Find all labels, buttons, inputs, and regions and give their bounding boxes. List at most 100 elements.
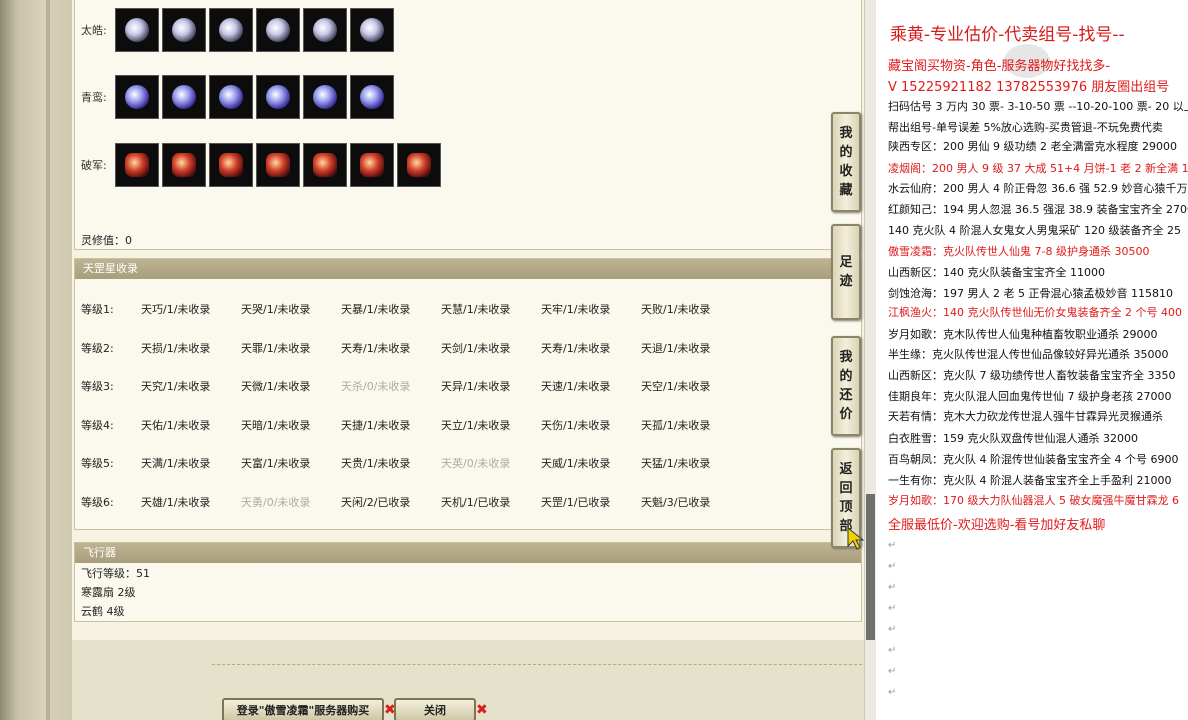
star-cell: 天勇/0/未收录 — [241, 495, 311, 509]
doc-line: 扫码估号 3 万内 30 票- 3-10-50 票 --10-20-100 票-… — [888, 100, 1188, 113]
doc-line: 山西新区：克火队 7 级功绩传世人畜牧装备宝宝齐全 3350 — [888, 369, 1176, 382]
cursor-icon — [847, 526, 865, 550]
star-cell: 天贵/1/未收录 — [341, 457, 411, 470]
equip-slot[interactable] — [350, 143, 394, 187]
star-cell: 天罡/1/已收录 — [541, 495, 611, 509]
flyer-item: 云鹤 4级 — [81, 605, 125, 618]
equip-slot[interactable] — [256, 143, 300, 187]
equip-slot[interactable] — [256, 75, 300, 119]
doc-line: 江枫渔火：140 克火队传世仙无价女鬼装备齐全 2 个号 400 — [888, 306, 1182, 319]
equip-slot[interactable] — [209, 143, 253, 187]
level-row: 等级5: 天满/1/未收录 天富/1/未收录 天贵/1/未收录 天英/0/未收录 天威/1… — [81, 453, 741, 473]
star-cell: 天微/1/未收录 — [241, 380, 311, 393]
equip-slot[interactable] — [303, 8, 347, 52]
equip-row-label: 太皓: — [81, 24, 107, 37]
equip-slot[interactable] — [115, 75, 159, 119]
equip-slot[interactable] — [350, 75, 394, 119]
item-icon — [219, 85, 243, 109]
lingxiu-value: 灵修值：0 — [81, 234, 132, 247]
equip-slot[interactable] — [303, 75, 347, 119]
close-x-icon: ✖ — [476, 702, 488, 718]
item-icon — [172, 18, 196, 42]
item-icon — [219, 18, 243, 42]
tab-footprints[interactable]: 足迹 — [831, 224, 861, 320]
doc-line: 百鸟朝凤：克火队 4 阶混传世仙装备宝宝齐全 4 个号 6900 — [888, 453, 1179, 466]
paragraph-mark-icon: ↵ — [888, 645, 897, 656]
item-icon — [360, 153, 384, 177]
equip-slot[interactable] — [115, 8, 159, 52]
tab-my-offers[interactable]: 我的还价 — [831, 336, 861, 436]
star-cell: 天寿/1/未收录 — [541, 341, 611, 355]
star-cell: 天暗/1/未收录 — [241, 418, 311, 432]
doc-line: 一生有你：克火队 4 阶混人装备宝宝齐全上手盈利 21000 — [888, 474, 1172, 487]
equipment-section: 太皓: 青鸾: 破军: 灵修值：0 — [74, 0, 862, 250]
doc-line: 山西新区：140 克火队装备宝宝齐全 11000 — [888, 266, 1105, 279]
constellation-section: 天罡星收录 等级1: 天巧/1/未收录 天哭/1/未收录 天暴/1/未收录 天慧/1/未… — [74, 258, 862, 530]
text-document: 乘黄-专业估价-代卖组号-找号-- 藏宝阁买物资-角色-服务器物好找找多- V 1… — [876, 0, 1188, 720]
game-panel: 太皓: 青鸾: 破军: 灵修值：0 天罡星收录 等级1: 天巧/1/未收录 天哭… — [72, 0, 868, 720]
item-icon — [266, 85, 290, 109]
equip-slot[interactable] — [397, 143, 441, 187]
doc-line: 水云仙府：200 男人 4 阶正骨忽 36.6 强 52.9 妙音心猿千万 — [888, 182, 1188, 195]
tab-my-favorites[interactable]: 我的收藏 — [831, 112, 861, 212]
level-row: 等级2: 天损/1/未收录 天罪/1/未收录 天寿/1/未收录 天剑/1/未收录 天寿/1… — [81, 338, 741, 358]
item-icon — [360, 18, 384, 42]
star-cell: 天杀/0/未收录 — [341, 380, 411, 393]
paragraph-mark-icon: ↵ — [888, 603, 897, 614]
equip-slot[interactable] — [162, 143, 206, 187]
star-cell: 天异/1/未收录 — [441, 380, 511, 393]
paragraph-mark-icon: ↵ — [888, 582, 897, 593]
equip-row-qingluan: 青鸾: — [81, 75, 397, 119]
doc-line: 陕西专区：200 男仙 9 级功绩 2 老全满雷克水程度 29000 — [888, 140, 1177, 153]
game-window-left-frame — [0, 0, 72, 720]
item-icon — [172, 153, 196, 177]
doc-line: 全服最低价-欢迎选购-看号加好友私聊 — [888, 518, 1106, 533]
equip-row-taihao: 太皓: — [81, 8, 397, 52]
login-server-buy-button[interactable]: 登录"傲雪凌霜"服务器购买 — [222, 698, 384, 720]
star-cell: 天牢/1/未收录 — [541, 303, 611, 316]
page-scrollbar[interactable] — [864, 0, 876, 720]
equip-slot[interactable] — [256, 8, 300, 52]
item-icon — [313, 18, 337, 42]
doc-line: 140 克火队 4 阶混人女鬼女人男鬼采矿 120 级装备齐全 25 — [888, 224, 1181, 237]
item-icon — [125, 153, 149, 177]
doc-line: 帮出组号-单号误差 5%放心选购-买贵管退-不玩免费代卖 — [888, 121, 1163, 134]
item-icon — [313, 153, 337, 177]
equip-slot[interactable] — [162, 75, 206, 119]
equip-row-label: 破军: — [81, 159, 107, 172]
paragraph-mark-icon: ↵ — [888, 687, 897, 698]
star-cell: 天损/1/未收录 — [141, 341, 211, 355]
star-cell: 天空/1/未收录 — [641, 380, 711, 393]
equip-slot[interactable] — [209, 8, 253, 52]
paragraph-mark-icon: ↵ — [888, 540, 897, 551]
level-label: 等级5: — [81, 457, 114, 470]
equip-slot[interactable] — [209, 75, 253, 119]
star-cell: 天猛/1/未收录 — [641, 457, 711, 470]
level-label: 等级4: — [81, 418, 114, 432]
level-label: 等级6: — [81, 495, 114, 509]
close-button[interactable]: 关闭 — [394, 698, 476, 720]
level-row: 等级1: 天巧/1/未收录 天哭/1/未收录 天暴/1/未收录 天慧/1/未收录 天牢/1… — [81, 299, 741, 319]
star-cell: 天闲/2/已收录 — [341, 495, 411, 509]
item-icon — [266, 153, 290, 177]
level-row: 等级6: 天雄/1/未收录 天勇/0/未收录 天闲/2/已收录 天机/1/已收录 天罡/1… — [81, 492, 741, 512]
doc-line: 半生缘：克火队传世混人传世仙品像较好异光通杀 35000 — [888, 348, 1169, 361]
star-cell: 天暴/1/未收录 — [341, 303, 411, 316]
item-icon — [172, 85, 196, 109]
scrollbar-thumb[interactable] — [866, 494, 875, 640]
star-cell: 天寿/1/未收录 — [341, 341, 411, 355]
star-cell: 天哭/1/未收录 — [241, 303, 311, 316]
equip-slot[interactable] — [303, 143, 347, 187]
doc-line: 剑蚀沧海：197 男人 2 老 5 正骨混心猿孟极妙音 115810 — [888, 287, 1173, 300]
doc-line: 佳期良年：克火队混人回血鬼传世仙 7 级护身老孩 27000 — [888, 390, 1172, 403]
star-cell: 天魁/3/已收录 — [641, 495, 711, 509]
flyer-item: 寒露扇 2级 — [81, 586, 136, 599]
equip-slot[interactable] — [162, 8, 206, 52]
doc-line: 岁月如歌：克木队传世人仙鬼种植畜牧职业通杀 29000 — [888, 328, 1158, 341]
doc-line: 藏宝阁买物资-角色-服务器物好找找多- — [888, 59, 1111, 74]
level-row: 等级4: 天佑/1/未收录 天暗/1/未收录 天捷/1/未收录 天立/1/未收录 天伤/1… — [81, 415, 741, 435]
equip-slot[interactable] — [115, 143, 159, 187]
flyer-section: 飞行器 飞行等级：51 寒露扇 2级 云鹤 4级 — [74, 542, 862, 622]
equip-slot[interactable] — [350, 8, 394, 52]
level-label: 等级1: — [81, 303, 114, 316]
